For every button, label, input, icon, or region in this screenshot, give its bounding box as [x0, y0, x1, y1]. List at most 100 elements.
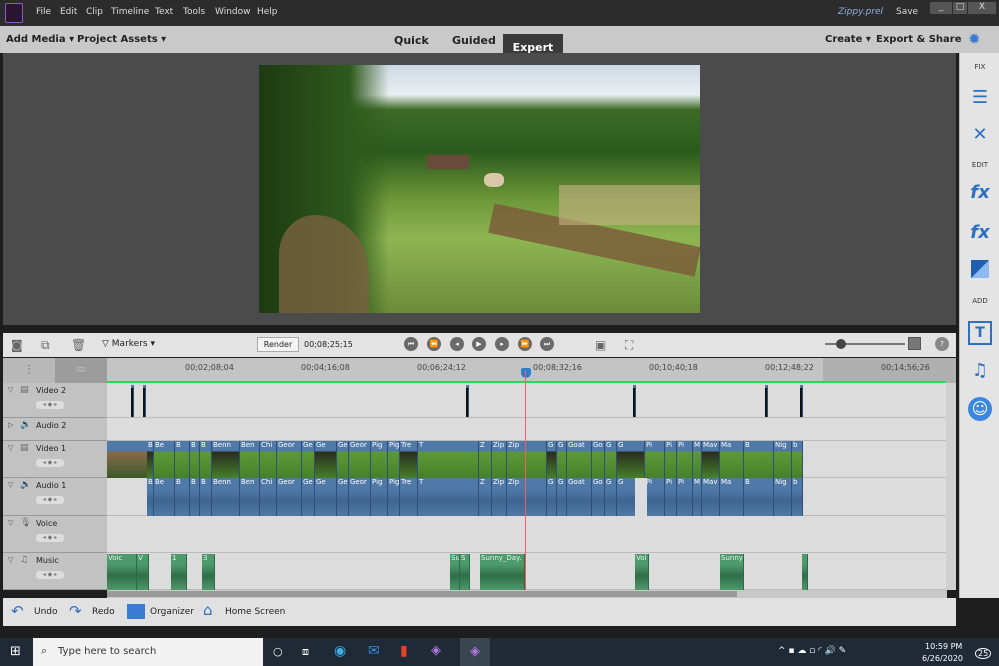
effects-icon[interactable]: fx [968, 221, 992, 245]
audio1-clip[interactable]: M [693, 478, 702, 516]
rewind-icon[interactable]: ⏪ [427, 337, 441, 351]
expand-toggle-icon[interactable]: ▽ [8, 444, 13, 452]
audio1-clip[interactable]: Zip [492, 478, 507, 516]
video1-clip[interactable]: Zip [492, 441, 507, 478]
audio1-clip[interactable]: Pi [645, 478, 665, 516]
create-menu[interactable]: Create ▾ [825, 34, 871, 45]
menu-clip[interactable]: Clip [86, 7, 103, 17]
expand-toggle-icon[interactable]: ▽ [8, 386, 13, 394]
menu-tools[interactable]: Tools [183, 7, 205, 17]
music-clip[interactable]: Sunny [720, 554, 744, 590]
playhead-line[interactable] [525, 370, 526, 590]
music-clip[interactable]: Su [450, 554, 460, 590]
audio1-clip[interactable]: Geor [349, 478, 371, 516]
tools-wrench-icon[interactable]: ✕ [968, 123, 992, 147]
video1-clip[interactable]: B [175, 441, 190, 478]
video1-clip[interactable]: Ge [337, 441, 349, 478]
organizer-icon[interactable] [127, 604, 145, 619]
audio1-clip[interactable]: Ge [337, 478, 349, 516]
video1-clip[interactable]: G [547, 441, 557, 478]
step-forward-icon[interactable]: ▸ [495, 337, 509, 351]
video1-clip[interactable]: Ge [315, 441, 337, 478]
transitions-icon[interactable] [971, 260, 989, 278]
horizontal-scrollbar[interactable] [107, 590, 947, 598]
render-button[interactable]: Render [257, 337, 299, 352]
audio1-clip[interactable]: B [190, 478, 200, 516]
video1-clip[interactable]: G [605, 441, 617, 478]
audio1-clip[interactable]: Go [592, 478, 605, 516]
music-clip[interactable]: Sunny_Day. [480, 554, 525, 590]
video1-clip[interactable]: Go [592, 441, 605, 478]
fullscreen-icon[interactable]: ⛶ [625, 338, 633, 353]
current-timecode[interactable]: 00;08;25;15 [304, 340, 353, 349]
video1-clip[interactable]: Pig [388, 441, 400, 478]
music-clip[interactable]: Voi [635, 554, 649, 590]
music-clip[interactable]: 1 [171, 554, 187, 590]
video1-clip[interactable]: Goat [567, 441, 592, 478]
video1-clip[interactable]: B [190, 441, 200, 478]
redo-icon[interactable]: ↷ [69, 602, 82, 620]
clock-date[interactable]: 6/26/2020 [922, 654, 963, 663]
audio1-clip[interactable]: Benn [212, 478, 240, 516]
audio1-clip[interactable]: Be [154, 478, 175, 516]
step-back-icon[interactable]: ◂ [450, 337, 464, 351]
video1-clip[interactable]: Z [479, 441, 492, 478]
video1-clip[interactable]: Benn [212, 441, 240, 478]
video1-clip[interactable]: b [792, 441, 803, 478]
monitor-icon[interactable]: ▣ [595, 338, 606, 352]
video1-clip[interactable]: Chi [260, 441, 277, 478]
maximize-button[interactable]: □ [953, 2, 967, 14]
help-icon[interactable]: ? [935, 337, 949, 351]
expand-toggle-icon[interactable]: ▽ [8, 556, 13, 564]
effects-edit-icon[interactable]: fx [968, 181, 992, 205]
minimize-button[interactable]: _ [930, 2, 952, 14]
tray-icons[interactable]: ^ ▪ ☁ ▫ ◜ 🔊 ✎ [778, 646, 846, 656]
play-icon[interactable]: ▶ [472, 337, 486, 351]
audio1-clip[interactable]: Zip [507, 478, 547, 516]
notifications-badge[interactable]: 25 [975, 648, 992, 659]
menu-edit[interactable]: Edit [60, 7, 77, 17]
video1-clip[interactable]: Tre [400, 441, 418, 478]
vertical-scrollbar[interactable] [946, 383, 956, 590]
video1-clip[interactable]: Nig [774, 441, 792, 478]
clock-time[interactable]: 10:59 PM [925, 642, 962, 651]
keyframe-controls[interactable]: ◂ ◆ ▸ [36, 459, 64, 467]
tab-quick[interactable]: Quick [394, 34, 429, 47]
goto-end-icon[interactable]: ⏭ [540, 337, 554, 351]
audio1-clip[interactable]: Geor [277, 478, 302, 516]
audio1-clip[interactable]: Nig [774, 478, 792, 516]
music-clip[interactable]: S [460, 554, 470, 590]
audio1-clip[interactable]: Chi [260, 478, 277, 516]
task-view-icon[interactable]: ⧈ [302, 645, 309, 659]
premiere-elements-icon[interactable]: ◈ [431, 643, 441, 658]
audio1-clip[interactable]: Pi [677, 478, 693, 516]
video1-clip[interactable]: Ma [720, 441, 744, 478]
audio1-clip[interactable]: Pi [665, 478, 677, 516]
video1-clip[interactable]: Zip [507, 441, 547, 478]
titles-text-icon[interactable]: T [968, 321, 992, 345]
keyframe-controls[interactable]: ◂ ◆ ▸ [36, 496, 64, 504]
zoom-slider-handle[interactable] [836, 339, 846, 349]
menu-help[interactable]: Help [257, 7, 278, 17]
home-screen-button[interactable]: Home Screen [225, 607, 285, 617]
audio1-clip[interactable]: Pig [371, 478, 388, 516]
video1-clip[interactable]: M [693, 441, 702, 478]
video1-clip[interactable]: Pig [371, 441, 388, 478]
close-button[interactable]: X [968, 2, 996, 14]
video2-clip[interactable] [131, 385, 134, 417]
undo-icon[interactable]: ↶ [11, 602, 24, 620]
save-button[interactable]: Save [896, 7, 918, 17]
video1-clip[interactable]: Geor [277, 441, 302, 478]
expand-toggle-icon[interactable]: ▽ [8, 481, 13, 489]
music-clip[interactable]: 3 [202, 554, 215, 590]
video1-clip[interactable]: Pi [677, 441, 693, 478]
music-clip[interactable]: Voic [107, 554, 137, 590]
video1-clip[interactable]: G [557, 441, 567, 478]
audio1-clip[interactable]: Ge [315, 478, 337, 516]
video1-clip[interactable]: B [200, 441, 212, 478]
cortana-icon[interactable]: ○ [273, 645, 283, 658]
video1-clip[interactable]: Ben [240, 441, 260, 478]
undo-button[interactable]: Undo [34, 607, 58, 617]
audio-waveform-icon[interactable]: ♒ [55, 358, 107, 383]
project-assets-menu[interactable]: Project Assets ▾ [77, 34, 166, 45]
